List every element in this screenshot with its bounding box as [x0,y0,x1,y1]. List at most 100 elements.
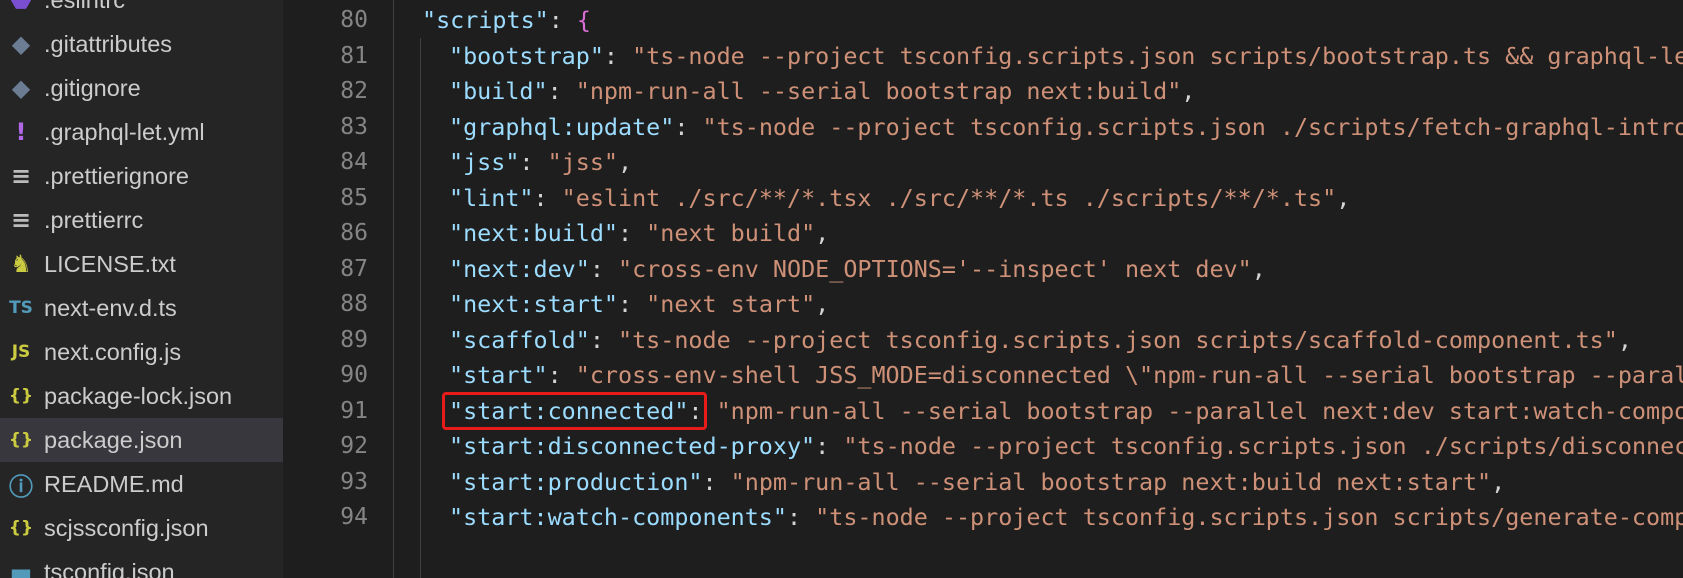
trailing-punctuation: , [1181,77,1196,105]
code-line-94[interactable]: 94 "start:watch-components": "ts-node --p… [283,498,1683,536]
code-text: "graphql:update": "ts-node --project tsc… [449,108,1683,146]
line-number: 81 [340,42,368,69]
code-text: "start": "cross-env-shell JSS_MODE=disco… [449,356,1683,394]
code-line-93[interactable]: 93 "start:production": "npm-run-all --ser… [283,463,1683,501]
file-item-package-json[interactable]: {} package.json [0,418,283,462]
file-name: .gitignore [44,74,141,101]
info-icon: ⓘ [9,472,33,501]
license-icon: ♞ [10,250,32,278]
file-item-dot-prettierignore[interactable]: ≡ .prettierignore [0,154,283,198]
file-name: package-lock.json [44,382,233,409]
json-string-value: "next build" [646,219,816,247]
json-string-value: "npm-run-all --serial bootstrap next:bui… [575,77,1182,105]
json-key: "start" [449,361,548,389]
file-name: package.json [44,426,183,453]
line-number: 90 [340,362,368,388]
file-item-readme-md[interactable]: ⓘ README.md [0,462,283,506]
file-item-dot-graphql-let-yml[interactable]: ! .graphql-let.yml [0,110,283,154]
file-name: scjssconfig.json [44,514,209,541]
file-item-license-txt[interactable]: ♞ LICENSE.txt [0,242,283,286]
json-string-value: "ts-node --project tsconfig.scripts.json… [632,41,1683,70]
code-line-92[interactable]: 92 "start:disconnected-proxy": "ts-node -… [283,427,1683,465]
typescript-icon: TS [9,298,33,318]
trailing-punctuation: , [1336,183,1351,212]
separator: : [589,254,618,283]
json-icon: {} [8,518,34,538]
file-name: next-env.d.ts [44,294,177,321]
code-text: "next:build": "next build", [449,214,829,252]
separator: : [589,325,618,354]
javascript-icon: JS [11,342,31,362]
git-icon: ◆ [11,30,31,58]
code-line-86[interactable]: 86 "next:build": "next build", [283,214,1683,252]
json-string-value: "npm-run-all --serial bootstrap next:bui… [730,467,1492,496]
line-number: 87 [340,255,368,282]
code-editor[interactable]: 80 "scripts": {81 "bootstrap": "ts-node --… [283,0,1683,578]
json-key: "scripts" [422,6,549,34]
file-item-next-config-js[interactable]: JS next.config.js [0,330,283,374]
trailing-punctuation: , [815,219,830,247]
code-line-85[interactable]: 85 "lint": "eslint ./src/**/*.tsx ./src/*… [283,179,1683,217]
json-key: "start:production" [449,467,703,496]
json-key: "build" [449,77,548,105]
code-line-80[interactable]: 80 "scripts": { [283,1,1683,39]
separator: : [618,219,647,247]
code-line-87[interactable]: 87 "next:dev": "cross-env NODE_OPTIONS='-… [283,250,1683,288]
code-text: "next:dev": "cross-env NODE_OPTIONS='--i… [449,250,1266,288]
highlight-annotation [442,391,708,430]
code-line-89[interactable]: 89 "scaffold": "ts-node --project tsconfi… [283,321,1683,359]
json-key: "next:start" [449,290,618,318]
json-string-value: "cross-env NODE_OPTIONS='--inspect' next… [618,254,1252,283]
file-item-package-lock-json[interactable]: {} package-lock.json [0,374,283,418]
file-item-dot-gitignore[interactable]: ◆ .gitignore [0,66,283,110]
json-key: "next:dev" [449,254,590,283]
line-number: 88 [340,291,368,317]
json-key: "graphql:update" [449,112,675,141]
file-name: README.md [44,470,184,497]
yaml-icon: ! [15,118,27,146]
json-key: "start:watch-components" [449,503,787,531]
trailing-punctuation: , [1617,325,1632,354]
trailing-punctuation: , [815,290,830,318]
json-string-value: "ts-node --project tsconfig.scripts.json… [815,503,1683,531]
line-number: 82 [340,78,368,104]
code-line-84[interactable]: 84 "jss": "jss", [283,143,1683,181]
separator: : [702,467,731,496]
code-text: "jss": "jss", [449,143,632,181]
file-name: .eslintrc [44,0,125,14]
json-key: "bootstrap" [449,41,604,70]
code-text: "lint": "eslint ./src/**/*.tsx ./src/**/… [449,179,1350,217]
code-line-88[interactable]: 88 "next:start": "next start", [283,285,1683,323]
code-line-90[interactable]: 90 "start": "cross-env-shell JSS_MODE=dis… [283,356,1683,394]
vscode-window: ⬣ .eslintrc ◆ .gitattributes ◆ .gitignore! .gr… [0,0,1683,578]
json-string-value: "jss" [547,148,619,176]
code-line-83[interactable]: 83 "graphql:update": "ts-node --project t… [283,108,1683,146]
separator: : [519,148,548,176]
line-number: 89 [340,326,368,353]
tsconfig-icon: ▬ [9,558,33,578]
file-item-scjssconfig-json[interactable]: {} scjssconfig.json [0,506,283,550]
line-number: 83 [340,113,368,140]
file-item-dot-eslintrc[interactable]: ⬣ .eslintrc [0,0,283,22]
json-key: "lint" [449,183,534,212]
file-tree: ⬣ .eslintrc ◆ .gitattributes ◆ .gitignore! .gr… [0,0,283,578]
line-number: 80 [340,7,368,33]
trailing-punctuation: , [1251,254,1266,283]
code-line-81[interactable]: 81 "bootstrap": "ts-node --project tsconf… [283,37,1683,75]
file-item-dot-gitattributes[interactable]: ◆ .gitattributes [0,22,283,66]
separator: : [674,112,703,141]
separator: : [815,432,844,460]
file-name: tsconfig.json [44,558,175,578]
file-item-dot-prettierrc[interactable]: ≡ .prettierrc [0,198,283,242]
file-item-next-env-d-ts[interactable]: TS next-env.d.ts [0,286,283,330]
file-name: .prettierrc [44,206,144,233]
code-text: "bootstrap": "ts-node --project tsconfig… [449,37,1683,75]
lines-icon: ≡ [10,206,32,234]
file-item-tsconfig-json[interactable]: ▬ tsconfig.json [0,550,283,578]
code-line-82[interactable]: 82 "build": "npm-run-all --serial bootstr… [283,72,1683,110]
line-number: 84 [340,149,368,175]
json-key: "jss" [449,148,520,176]
line-number: 91 [340,397,368,424]
separator: : [548,6,577,34]
file-name: .prettierignore [44,162,189,189]
